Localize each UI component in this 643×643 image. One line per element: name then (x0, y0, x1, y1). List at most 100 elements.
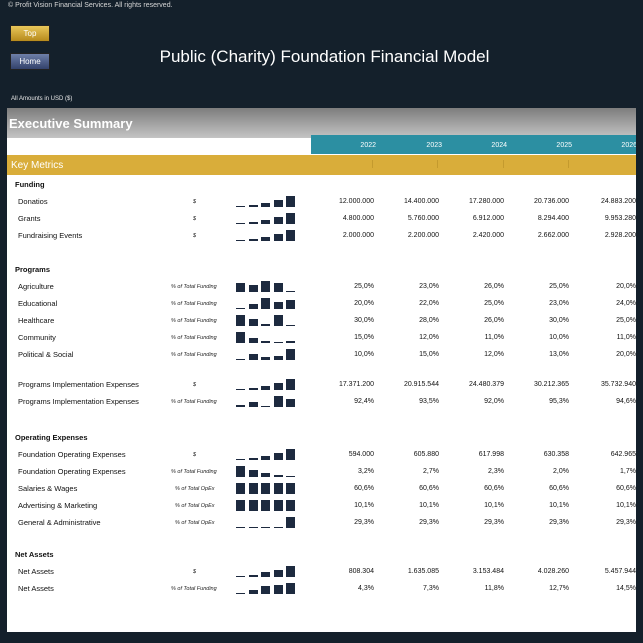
executive-summary-title: Executive Summary (9, 116, 133, 131)
sparkline-bar (286, 325, 295, 326)
sparkline (236, 280, 298, 292)
metric-label: Advertising & Marketing (18, 501, 98, 510)
sparkline-bar (248, 354, 258, 360)
metric-value: 10,1% (616, 502, 636, 509)
metric-label: Salaries & Wages (18, 484, 78, 493)
metric-value: 3,2% (358, 468, 374, 475)
metric-label: Community (18, 333, 56, 342)
metric-unit: % of Total Funding (171, 284, 217, 290)
metric-value: 29,3% (484, 519, 504, 526)
sparkline-bar (261, 500, 270, 511)
sparkline (236, 212, 298, 224)
metric-value: 29,3% (419, 519, 439, 526)
metric-value: 35.732.940 (600, 381, 636, 388)
sparkline (236, 378, 298, 390)
metric-value: 30,0% (549, 317, 569, 324)
sparkline-bar (273, 315, 283, 326)
metric-unit: % of Total Funding (171, 352, 217, 358)
metric-value: 60,6% (549, 485, 569, 492)
sparkline (236, 516, 298, 528)
section-heading: Operating Expenses (15, 433, 88, 442)
sparkline-bar (273, 302, 283, 309)
year-header: 2026 (621, 142, 636, 149)
year-header: 2024 (491, 142, 507, 149)
sparkline-bar (273, 453, 283, 460)
key-metrics-title: Key Metrics (11, 160, 64, 171)
metric-value: 20.736.000 (533, 198, 569, 205)
page-title: Public (Charity) Foundation Financial Mo… (159, 47, 490, 66)
sparkline-bar (261, 298, 270, 309)
metric-label: Net Assets (18, 584, 54, 593)
sparkline-bar (261, 220, 270, 224)
metric-label: Political & Social (18, 350, 74, 359)
metric-value: 2,7% (423, 468, 439, 475)
sparkline-bar (236, 405, 245, 407)
sparkline-bar (286, 196, 295, 207)
metric-value: 11,0% (616, 334, 636, 341)
key-metrics-band (7, 155, 636, 175)
metric-value: 12,7% (549, 585, 569, 592)
metric-value: 15,0% (419, 351, 439, 358)
metric-value: 2.662.000 (537, 232, 569, 239)
sparkline-bar (286, 349, 295, 360)
sparkline-bar (236, 332, 245, 343)
section-heading: Funding (15, 180, 45, 189)
metric-value: 20,0% (616, 283, 636, 290)
metric-value: 2,0% (553, 468, 569, 475)
metric-value: 22,0% (419, 300, 439, 307)
sparkline-bar (273, 200, 283, 207)
sparkline-bar (236, 459, 245, 460)
metric-value: 4,3% (358, 585, 374, 592)
sparkline-bar (286, 300, 295, 309)
metric-value: 26,0% (484, 317, 504, 324)
metric-unit: % of Total Funding (171, 399, 217, 405)
sparkline-bar (248, 470, 258, 477)
sparkline-bar (248, 239, 258, 241)
metric-value: 29,3% (616, 519, 636, 526)
metric-value: 10,1% (419, 502, 439, 509)
sparkline-bar (248, 319, 258, 326)
section-heading: Net Assets (15, 550, 54, 559)
sparkline-bar (273, 234, 283, 241)
metric-unit: % of Total Funding (171, 586, 217, 592)
metric-value: 2.000.000 (342, 232, 374, 239)
column-tick (568, 160, 569, 168)
sparkline-bar (273, 217, 283, 224)
sparkline-bar (273, 585, 283, 594)
sparkline-bar (248, 458, 258, 460)
metric-label: Foundation Operating Expenses (18, 467, 126, 476)
sparkline-bar (286, 500, 295, 511)
metric-value: 808.304 (348, 568, 374, 575)
column-tick (503, 160, 504, 168)
sparkline-bar (261, 456, 270, 460)
metric-value: 10,0% (549, 334, 569, 341)
sparkline-bar (286, 341, 295, 343)
top-button[interactable]: Top (10, 25, 50, 42)
sparkline-bar (261, 572, 270, 577)
metric-value: 1.635.085 (407, 568, 439, 575)
metric-label: Educational (18, 299, 58, 308)
metric-value: 7,3% (423, 585, 439, 592)
metric-value: 594.000 (348, 451, 374, 458)
metric-value: 60,6% (419, 485, 439, 492)
column-tick (372, 160, 373, 168)
metric-value: 13,0% (549, 351, 569, 358)
sparkline-bar (236, 500, 245, 511)
metric-value: 28,0% (419, 317, 439, 324)
metric-value: 24.480.379 (468, 381, 504, 388)
amounts-note: All Amounts in USD ($) (11, 96, 73, 102)
sparkline-bar (273, 500, 283, 511)
metric-value: 10,1% (549, 502, 569, 509)
sparkline-bar (236, 576, 245, 577)
metric-value: 5.457.944 (604, 568, 636, 575)
metric-unit: $ (193, 452, 197, 458)
metric-value: 2.200.000 (407, 232, 439, 239)
sparkline (236, 297, 298, 309)
sparkline-bar (236, 527, 245, 528)
metric-label: Fundraising Events (18, 231, 83, 240)
metric-value: 25,0% (549, 283, 569, 290)
sparkline-bar (248, 388, 258, 390)
metric-value: 5.760.000 (407, 215, 439, 222)
metric-value: 23,0% (549, 300, 569, 307)
metric-unit: % of Total Funding (171, 318, 217, 324)
